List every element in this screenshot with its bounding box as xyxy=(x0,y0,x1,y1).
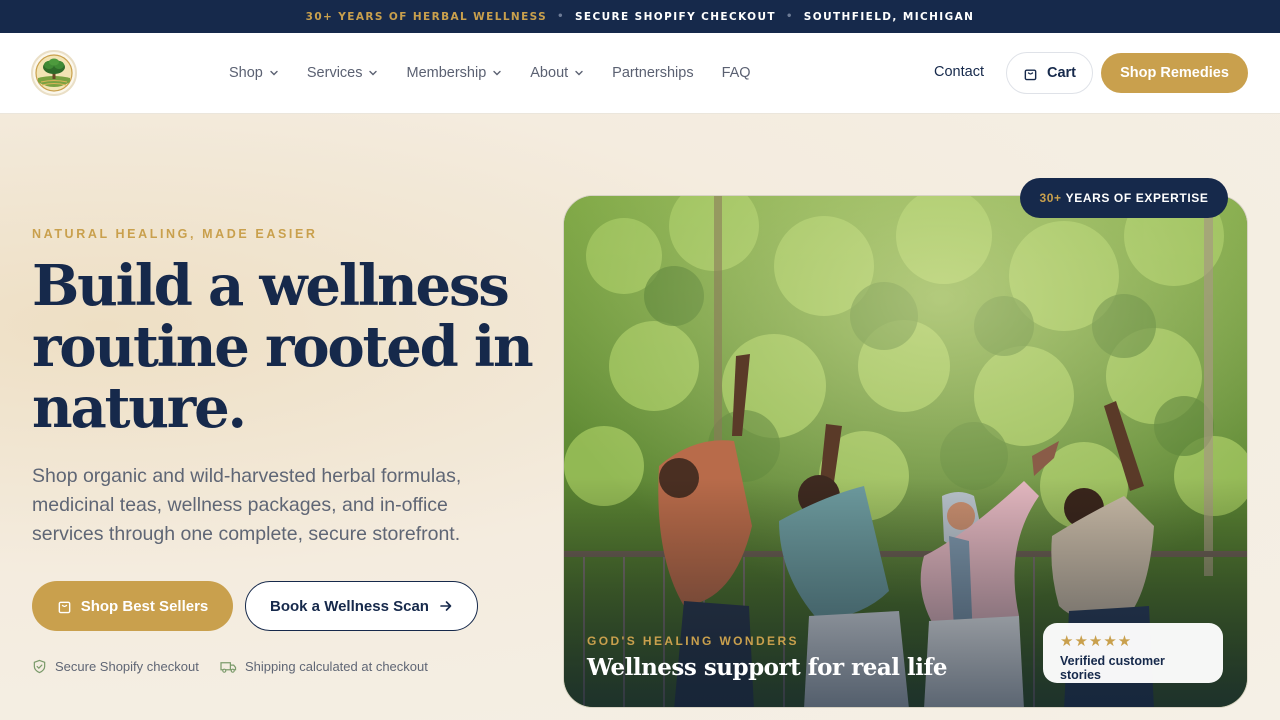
site-header: Shop Services Membership About Partnersh… xyxy=(0,33,1280,114)
logo[interactable] xyxy=(31,50,77,96)
truck-icon xyxy=(220,662,237,673)
nav-item-faq[interactable]: FAQ xyxy=(722,65,751,81)
nav-item-label: About xyxy=(530,65,569,81)
nav-item-label: FAQ xyxy=(721,65,751,81)
chevron-down-icon xyxy=(270,70,278,76)
main-nav: Shop Services Membership About Partnersh… xyxy=(229,33,779,113)
rating-stars-icon: ★★★★★ xyxy=(1060,633,1133,650)
hero-headline: Build a wellness routine rooted in natur… xyxy=(32,253,534,441)
book-wellness-scan-button[interactable]: Book a Wellness Scan xyxy=(245,581,478,631)
badge-years: 30+ xyxy=(1039,191,1062,205)
announcement-checkout: SECURE SHOPIFY CHECKOUT xyxy=(574,10,776,23)
trust-secure-checkout: Secure Shopify checkout xyxy=(32,659,199,674)
trust-label: Secure Shopify checkout xyxy=(55,659,199,674)
shield-check-icon xyxy=(33,659,46,674)
chevron-down-icon xyxy=(493,70,501,76)
shopping-bag-icon xyxy=(1024,69,1037,80)
separator-dot: • xyxy=(785,11,794,22)
nav-item-label: Membership xyxy=(406,65,487,81)
announcement-bar: 30+ YEARS OF HERBAL WELLNESS • SECURE SH… xyxy=(0,0,1280,33)
hero-section: NATURAL HEALING, MADE EASIER Build a wel… xyxy=(0,114,1280,720)
shopping-bag-icon xyxy=(58,601,71,613)
photo-caption-eyebrow: GOD'S HEALING WONDERS xyxy=(587,634,799,648)
expertise-badge: 30+ YEARS OF EXPERTISE xyxy=(1020,178,1228,218)
nav-item-shop[interactable]: Shop xyxy=(229,65,279,81)
shop-best-sellers-button[interactable]: Shop Best Sellers xyxy=(32,581,233,631)
arrow-right-icon xyxy=(440,601,452,611)
hero-subtitle: Shop organic and wild-harvested herbal f… xyxy=(32,465,462,545)
cart-label: Cart xyxy=(1046,65,1076,81)
trust-label: Shipping calculated at checkout xyxy=(245,659,428,674)
nav-item-about[interactable]: About xyxy=(530,65,584,81)
chevron-down-icon xyxy=(575,70,583,76)
nav-item-label: Services xyxy=(306,65,363,81)
shop-best-sellers-label: Shop Best Sellers xyxy=(80,597,209,615)
tree-logo-icon xyxy=(35,54,73,92)
separator-dot: • xyxy=(557,11,565,22)
nav-item-label: Shop xyxy=(229,65,263,81)
photo-caption-title: Wellness support for real life xyxy=(587,654,948,681)
review-text: Verified customer stories xyxy=(1060,654,1165,682)
nav-item-membership[interactable]: Membership xyxy=(406,65,502,81)
review-card: ★★★★★ Verified customer stories xyxy=(1043,623,1223,683)
nav-item-partnerships[interactable]: Partnerships xyxy=(612,65,693,81)
cart-button[interactable]: Cart xyxy=(1006,52,1093,94)
nav-item-services[interactable]: Services xyxy=(307,65,379,81)
announcement-location: SOUTHFIELD, MICHIGAN xyxy=(803,10,975,23)
announcement-years: 30+ YEARS OF HERBAL WELLNESS xyxy=(305,10,548,23)
book-wellness-scan-label: Book a Wellness Scan xyxy=(270,597,429,615)
hero-eyebrow: NATURAL HEALING, MADE EASIER xyxy=(32,227,318,241)
chevron-down-icon xyxy=(369,70,378,76)
shop-remedies-button[interactable]: Shop Remedies xyxy=(1101,53,1248,93)
contact-link[interactable]: Contact xyxy=(934,64,984,80)
badge-text: YEARS OF EXPERTISE xyxy=(1065,191,1209,205)
nav-item-label: Partnerships xyxy=(612,65,694,81)
trust-shipping: Shipping calculated at checkout xyxy=(220,659,428,674)
